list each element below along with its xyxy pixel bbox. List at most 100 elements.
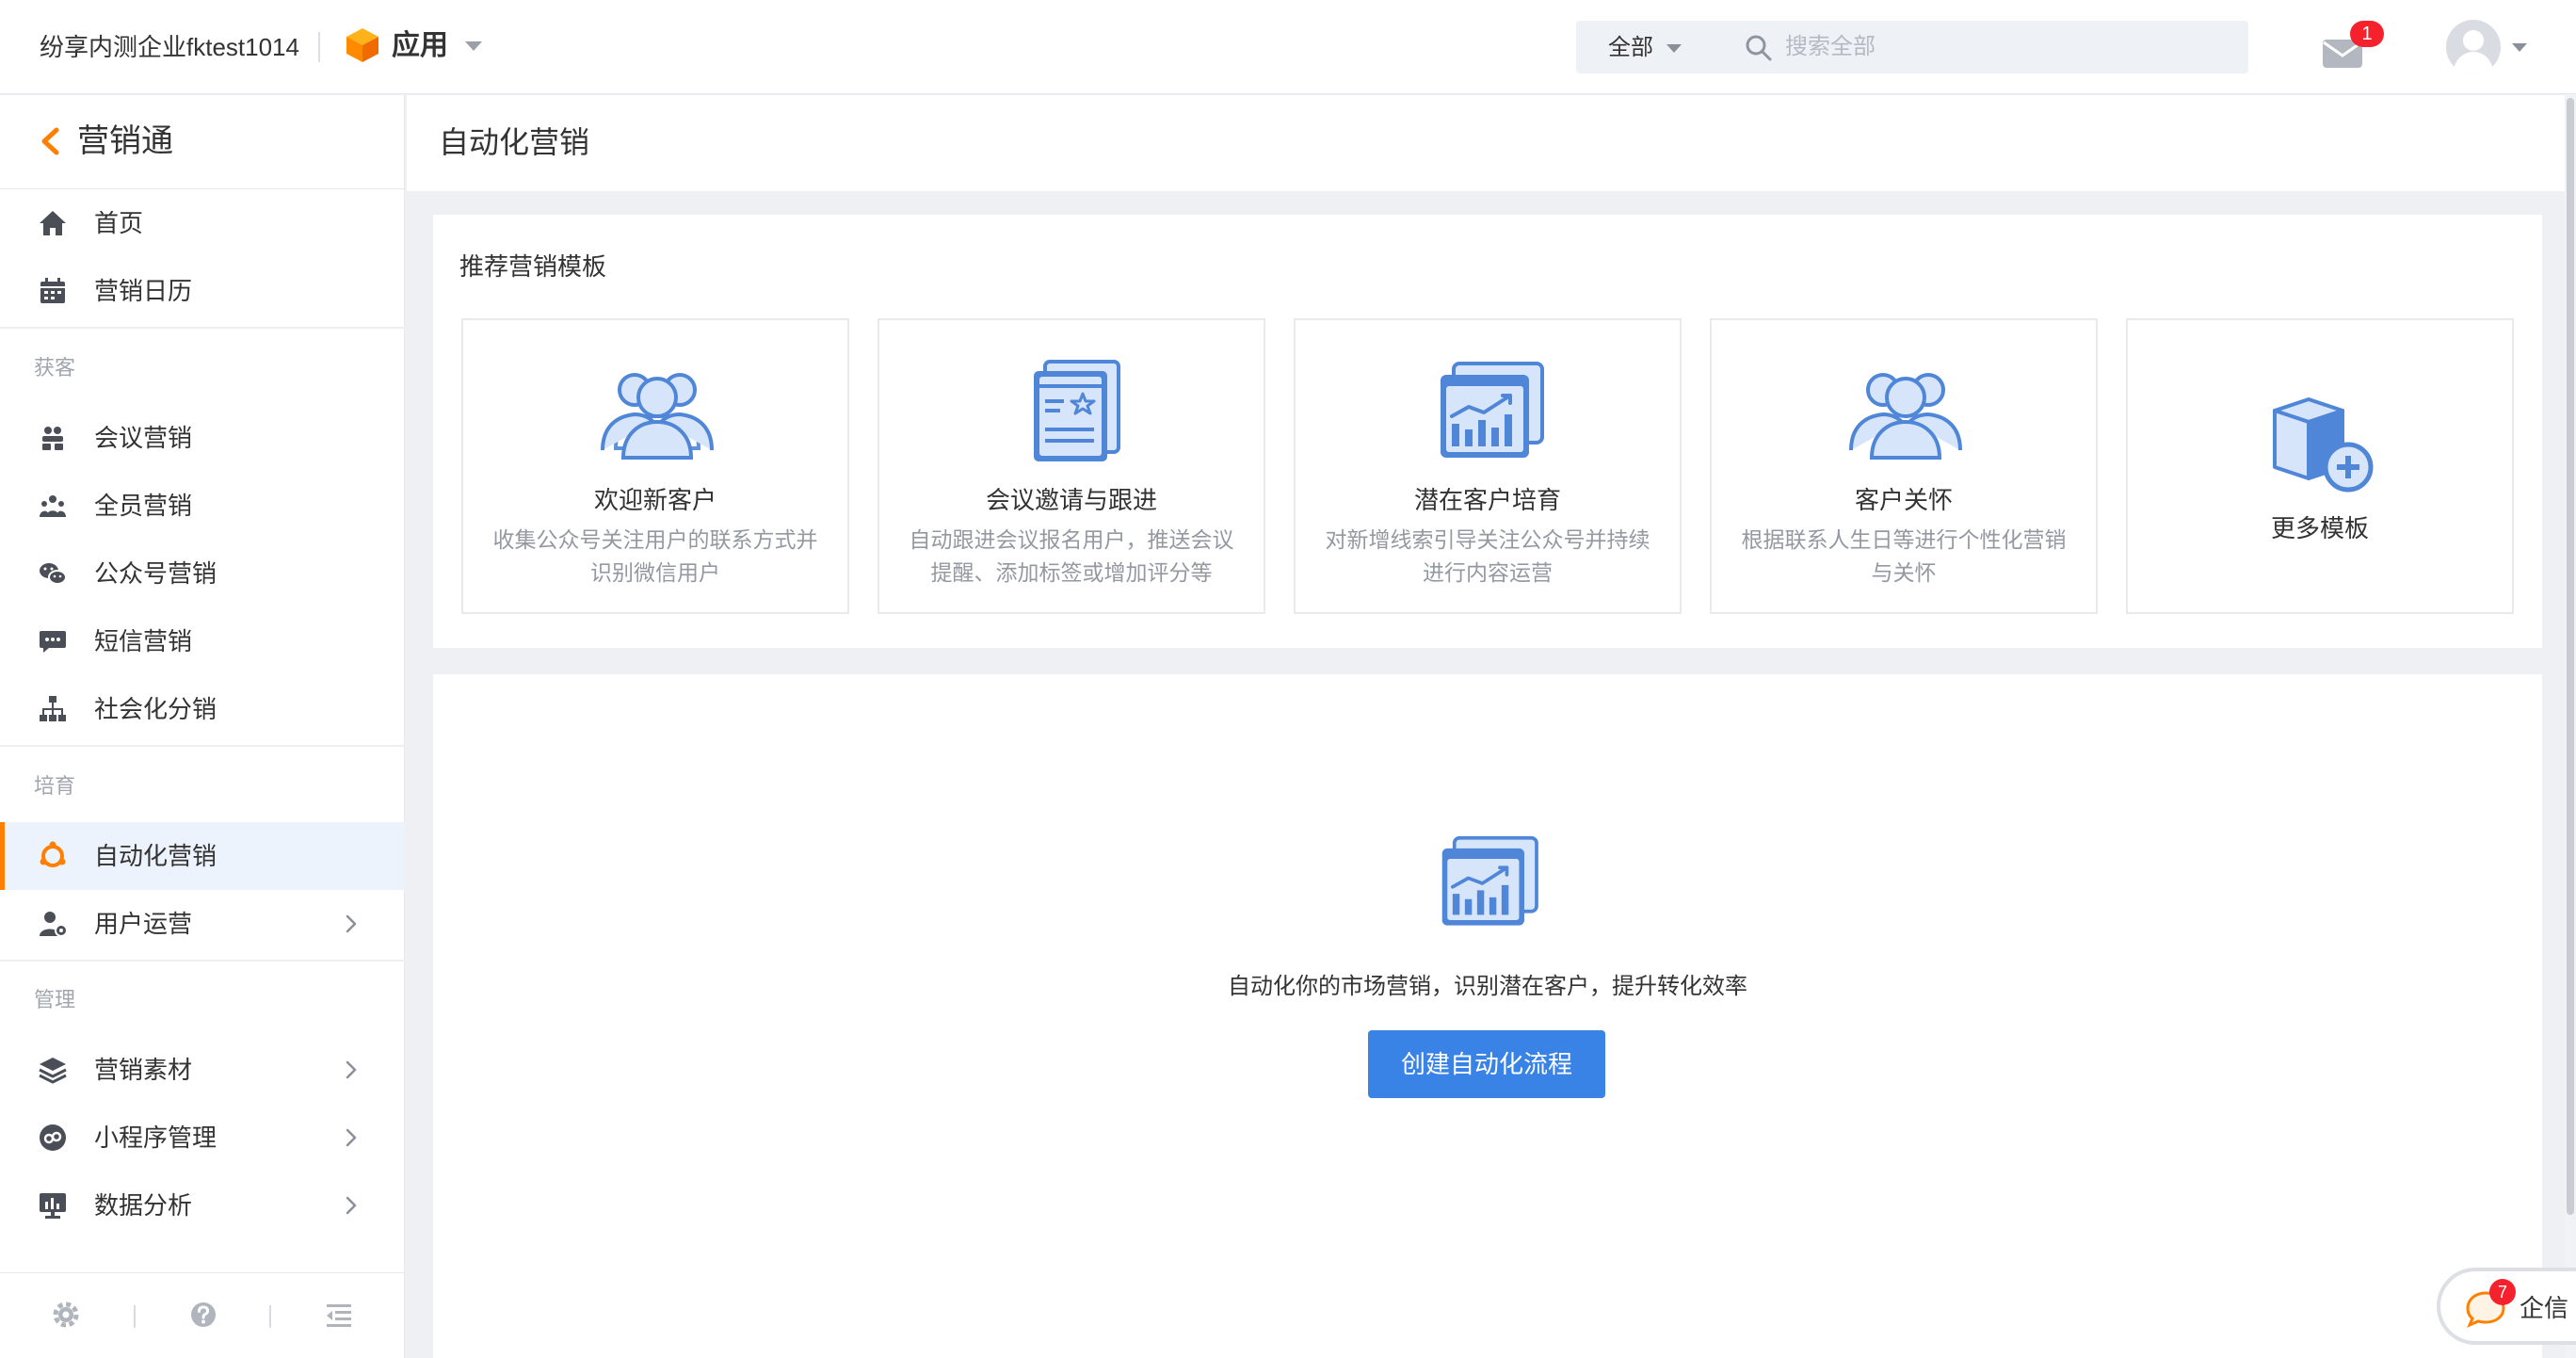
automation-icon [40,841,66,867]
search-scope-select[interactable]: 全部 [1608,34,1653,62]
sidebar-item-home[interactable]: 首页 [0,189,405,257]
avatar[interactable] [2446,20,2501,74]
empty-state-text: 自动化你的市场营销，识别潜在客户，提升转化效率 [1228,974,1747,999]
users-icon [1849,373,1962,460]
template-description: 自动跟进会议报名用户，推送会议提醒、添加标签或增加评分等 [909,527,1234,585]
template-card-welcome[interactable]: 欢迎新客户 收集公众号关注用户的联系方式并识别微信用户 [461,318,849,614]
layers-icon [39,1058,67,1084]
notifications-button[interactable]: 1 [2322,21,2384,72]
template-name: 潜在客户培育 [1413,486,1561,514]
template-panel: 推荐营销模板 欢迎新客户 收集公众号关注用户的联系方式并识别微信用户 会议邀请与… [433,215,2542,648]
sidebar-item-meeting-marketing[interactable]: 会议营销 [0,404,405,472]
search-icon[interactable] [1744,33,1774,63]
sidebar-item-miniprogram-management[interactable]: 小程序管理 [0,1104,405,1172]
sidebar-item-sms-marketing[interactable]: 短信营销 [0,607,405,675]
app-switcher-label[interactable]: 应用 [392,28,448,64]
back-arrow-icon[interactable] [38,127,62,155]
sidebar-item-label: 营销日历 [94,277,193,305]
team-icon [40,495,66,517]
template-name: 欢迎新客户 [593,486,716,514]
chevron-right-icon [346,1196,357,1215]
help-icon[interactable] [188,1300,218,1330]
miniprogram-icon [40,1124,66,1151]
global-search: 全部 [1576,21,2248,73]
template-description: 收集公众号关注用户的联系方式并识别微信用户 [492,527,818,585]
chevron-right-icon [346,914,357,933]
sidebar-item-label: 社会化分销 [94,695,217,723]
template-name: 会议邀请与跟进 [985,486,1157,514]
sidebar-item-calendar[interactable]: 营销日历 [0,257,405,325]
sidebar-item-label: 公众号营销 [94,559,217,588]
calendar-icon [40,278,65,303]
footer-divider [269,1305,271,1328]
chart-board-icon [1441,362,1544,458]
sidebar-divider [0,745,405,747]
sidebar-group-label: 培育 [34,774,76,798]
settings-icon[interactable] [51,1300,81,1330]
template-name: 更多模板 [2270,514,2369,542]
search-input[interactable] [1785,30,2218,64]
sidebar-item-label: 数据分析 [94,1191,193,1220]
template-card-lead-nurturing[interactable]: 潜在客户培育 对新增线索引导关注公众号并持续进行内容运营 [1294,318,1682,614]
user-avatar-icon [2453,30,2494,74]
sidebar-item-marketing-materials[interactable]: 营销素材 [0,1036,405,1104]
template-card-meeting-invite[interactable]: 会议邀请与跟进 自动跟进会议报名用户，推送会议提醒、添加标签或增加评分等 [877,318,1265,614]
enterprise-chat-button[interactable]: 7 企信 [2437,1268,2576,1345]
sidebar-item-label: 用户运营 [94,910,193,938]
sidebar-item-all-staff-marketing[interactable]: 全员营销 [0,472,405,540]
sidebar-item-label: 营销素材 [94,1056,193,1084]
sidebar-item-wechat-marketing[interactable]: 公众号营销 [0,540,405,607]
sidebar-item-label: 小程序管理 [94,1124,217,1152]
scrollbar-thumb[interactable] [2567,98,2574,1215]
template-name: 客户关怀 [1854,486,1953,514]
box-plus-icon [2273,397,2374,493]
page-header: 自动化营销 [407,95,2568,191]
users-icon [601,373,714,460]
sidebar-title: 营销通 [77,123,173,159]
sidebar-header: 营销通 [0,95,405,189]
invitation-card-icon [1034,360,1120,461]
chart-board-icon [1441,835,1538,926]
chat-label: 企信 [2520,1294,2569,1322]
sidebar-footer [0,1272,405,1358]
top-bar: 纷享内测企业fktest1014 应用 全部 1 [0,0,2576,94]
sidebar-item-label: 首页 [94,209,144,237]
chevron-down-icon[interactable] [465,41,482,51]
page-title: 自动化营销 [439,125,590,159]
meeting-icon [42,427,63,450]
sidebar-item-automation-marketing[interactable]: 自动化营销 [0,822,405,890]
top-divider [318,32,320,62]
empty-state-panel: 自动化你的市场营销，识别潜在客户，提升转化效率 创建自动化流程 [433,674,2542,1358]
template-section-title: 推荐营销模板 [459,252,607,281]
template-description: 对新增线索引导关注公众号并持续进行内容运营 [1325,527,1650,585]
chevron-right-icon [346,1060,357,1079]
sidebar: 营销通 首页 营销日历 获客 会议营销 全员营销 公众号营销 短信营销 社会化分… [0,95,405,1358]
chevron-down-icon[interactable] [2512,43,2527,52]
sidebar-item-data-analysis[interactable]: 数据分析 [0,1172,405,1239]
sidebar-item-social-distribution[interactable]: 社会化分销 [0,675,405,743]
footer-divider [134,1305,136,1328]
sidebar-group-label: 管理 [34,988,76,1011]
distribution-icon [40,696,66,721]
sidebar-item-label: 会议营销 [94,424,193,452]
create-automation-button[interactable]: 创建自动化流程 [1368,1030,1605,1098]
sidebar-divider [0,327,405,329]
sms-icon [40,631,66,653]
chat-badge: 7 [2489,1279,2516,1305]
user-ops-icon [40,912,68,937]
wechat-icon [40,563,67,585]
sidebar-group-label: 获客 [34,356,76,380]
chevron-down-icon[interactable] [1666,44,1682,53]
sidebar-item-label: 短信营销 [94,627,193,655]
home-icon [40,211,66,235]
company-name[interactable]: 纷享内测企业fktest1014 [40,30,299,64]
template-card-more[interactable]: 更多模板 [2126,318,2514,614]
chevron-right-icon [346,1128,357,1147]
app-cube-icon[interactable] [345,26,380,64]
sidebar-item-user-operations[interactable]: 用户运营 [0,890,405,958]
collapse-menu-icon[interactable] [324,1300,354,1330]
template-card-customer-care[interactable]: 客户关怀 根据联系人生日等进行个性化营销与关怀 [1710,318,2098,614]
notification-badge: 1 [2350,21,2384,47]
analytics-icon [40,1193,66,1219]
sidebar-item-label: 自动化营销 [94,842,217,870]
